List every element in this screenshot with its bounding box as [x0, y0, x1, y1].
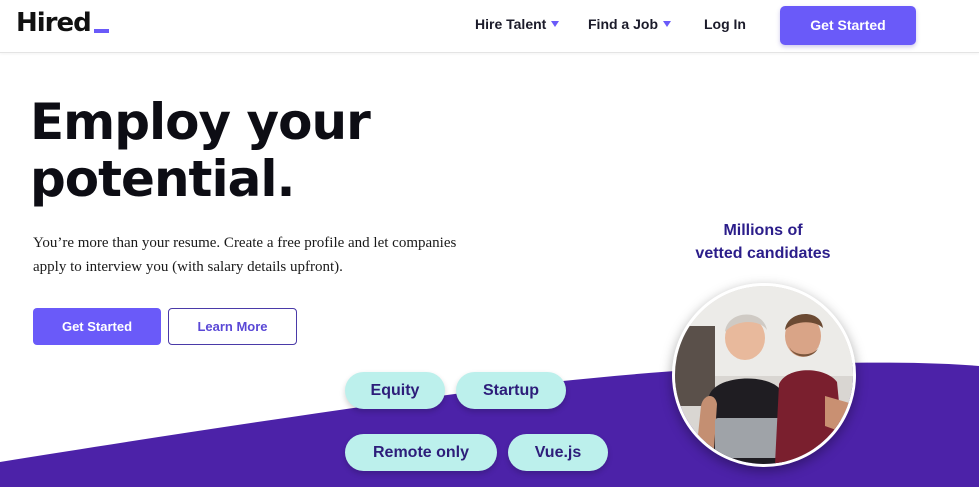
caret-down-icon — [663, 21, 671, 27]
headline-line-2: potential. — [30, 150, 295, 208]
logo-underscore — [93, 29, 109, 33]
nav-find-a-job[interactable]: Find a Job — [588, 16, 671, 32]
nav-get-started-button[interactable]: Get Started — [780, 6, 916, 45]
top-navigation: Hired Hire Talent Find a Job Log In Get … — [0, 0, 979, 53]
hero-get-started-button[interactable]: Get Started — [33, 308, 161, 345]
caption-line-2: vetted candidates — [695, 245, 831, 262]
nav-hire-talent-label: Hire Talent — [475, 16, 547, 32]
tag-startup[interactable]: Startup — [456, 372, 566, 409]
caret-down-icon — [551, 21, 560, 27]
tag-equity[interactable]: Equity — [345, 372, 445, 409]
candidates-caption: Millions of vetted candidates — [670, 219, 856, 265]
headline-line-1: Employ your — [30, 93, 371, 151]
candidates-photo — [672, 283, 856, 467]
hero-headline: Employ your potential. — [30, 93, 371, 208]
hired-logo[interactable]: Hired — [16, 8, 109, 38]
candidates-photo-illustration — [675, 286, 853, 464]
nav-hire-talent[interactable]: Hire Talent — [475, 16, 560, 32]
nav-log-in[interactable]: Log In — [704, 16, 746, 32]
caption-line-1: Millions of — [723, 222, 803, 239]
tag-remote-only[interactable]: Remote only — [345, 434, 497, 471]
nav-find-a-job-label: Find a Job — [588, 16, 658, 32]
hero-subtext: You’re more than your resume. Create a f… — [33, 231, 463, 279]
learn-more-button[interactable]: Learn More — [168, 308, 297, 345]
tag-vuejs[interactable]: Vue.js — [508, 434, 608, 471]
subtext-line-2: apply to interview you (with salary deta… — [33, 259, 343, 275]
logo-text: Hired — [16, 8, 92, 38]
subtext-line-1: You’re more than your resume. Create a f… — [33, 235, 457, 251]
